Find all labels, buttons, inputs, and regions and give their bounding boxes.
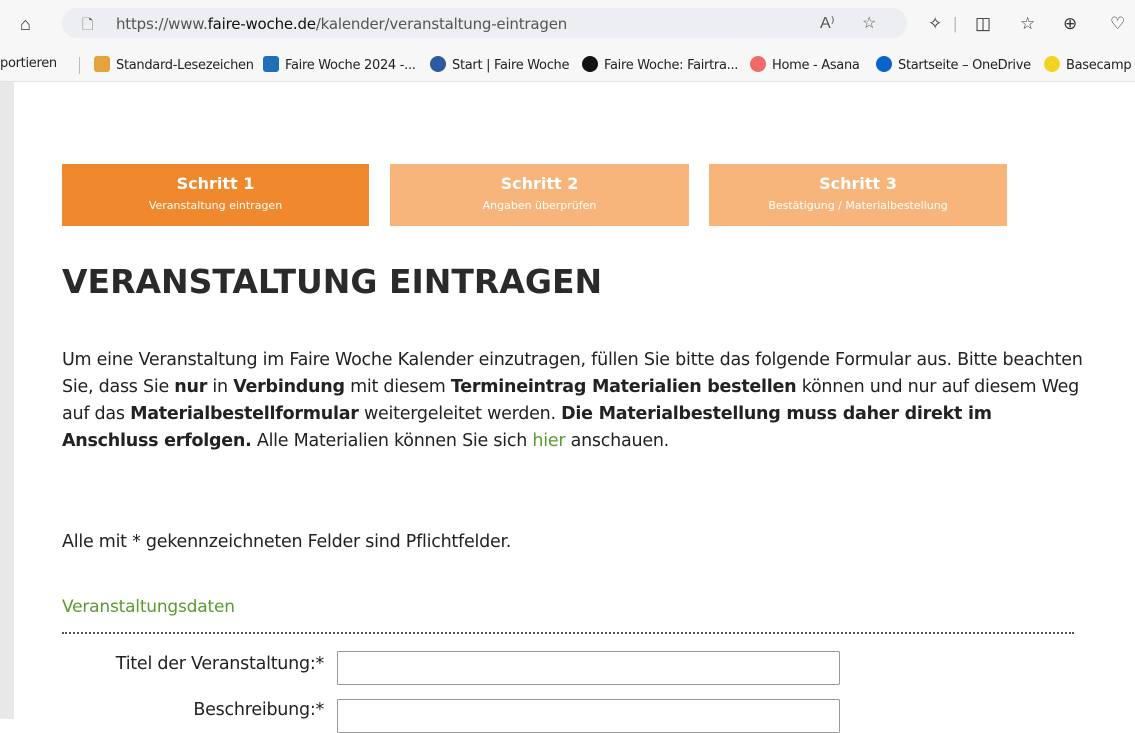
page-info-icon[interactable]: 🗋	[82, 14, 93, 38]
section-divider	[62, 632, 1074, 634]
favorites-icon[interactable]: ☆	[1020, 14, 1035, 34]
folder-icon	[94, 56, 110, 72]
step-title: Schritt 3	[819, 174, 897, 193]
bookmark-start-faire-woche[interactable]: Start | Faire Woche	[430, 56, 569, 73]
bookmark-onedrive[interactable]: Startseite – OneDrive	[876, 56, 1031, 73]
globe-icon	[430, 56, 446, 72]
event-title-input[interactable]	[337, 651, 840, 685]
read-aloud-icon[interactable]: A⁾	[820, 13, 835, 33]
basecamp-icon	[1044, 56, 1060, 72]
step-title: Schritt 2	[500, 174, 579, 193]
toolbar-divider: |	[953, 14, 958, 33]
collections-icon[interactable]: ⊕	[1063, 14, 1077, 34]
description-label: Beschreibung:*	[193, 700, 324, 720]
cloud-icon	[876, 56, 892, 72]
home-icon[interactable]: ⌂	[20, 14, 31, 35]
bookmarks-bar: portieren Standard-Lesezeichen Faire Woc…	[0, 48, 1135, 82]
bookmark-asana[interactable]: Home - Asana	[750, 56, 860, 73]
required-fields-note: Alle mit * gekennzeichneten Felder sind …	[62, 532, 512, 552]
board-icon	[263, 56, 279, 72]
address-bar[interactable]: 🗋 https://www.faire-woche.de/kalender/ve…	[62, 8, 907, 38]
section-title: Veranstaltungsdaten	[62, 597, 235, 617]
browser-toolbar: ⌂ 🗋 https://www.faire-woche.de/kalender/…	[0, 0, 1135, 48]
step-subtitle: Veranstaltung eintragen	[148, 199, 283, 212]
step-subtitle: Angaben überprüfen	[482, 199, 597, 212]
browser-essentials-icon[interactable]: ♡	[1110, 14, 1125, 34]
bookmarks-divider	[79, 57, 80, 74]
bookmark-standard[interactable]: Standard-Lesezeichen	[94, 56, 254, 73]
url-text[interactable]: https://www.faire-woche.de/kalender/vera…	[116, 15, 567, 33]
step-title: Schritt 1	[176, 174, 255, 193]
step-1: Schritt 1 Veranstaltung eintragen	[62, 164, 369, 226]
step-2: Schritt 2 Angaben überprüfen	[390, 164, 689, 226]
step-3: Schritt 3 Bestätigung / Materialbestellu…	[709, 164, 1007, 226]
event-title-label: Titel der Veranstaltung:*	[115, 654, 324, 674]
step-subtitle: Bestätigung / Materialbestellung	[768, 199, 948, 212]
left-scroll-edge	[0, 82, 14, 719]
intro-text: Um eine Veranstaltung im Faire Woche Kal…	[62, 350, 1083, 451]
bookmark-basecamp[interactable]: Basecamp	[1044, 56, 1132, 73]
materials-link[interactable]: hier	[532, 431, 565, 451]
fairtrade-icon	[582, 56, 598, 72]
bookmark-fairtrade[interactable]: Faire Woche: Fairtra...	[582, 56, 738, 73]
split-screen-icon[interactable]: ◫	[975, 14, 991, 34]
asana-icon	[750, 56, 766, 72]
favorite-star-icon[interactable]: ☆	[862, 13, 876, 33]
description-input[interactable]	[337, 699, 840, 733]
page-title: VERANSTALTUNG EINTRAGEN	[62, 262, 603, 301]
bookmark-import[interactable]: portieren	[0, 56, 57, 71]
bookmark-faire-woche-2024[interactable]: Faire Woche 2024 -...	[263, 56, 416, 73]
extensions-icon[interactable]: ✧	[928, 14, 942, 34]
